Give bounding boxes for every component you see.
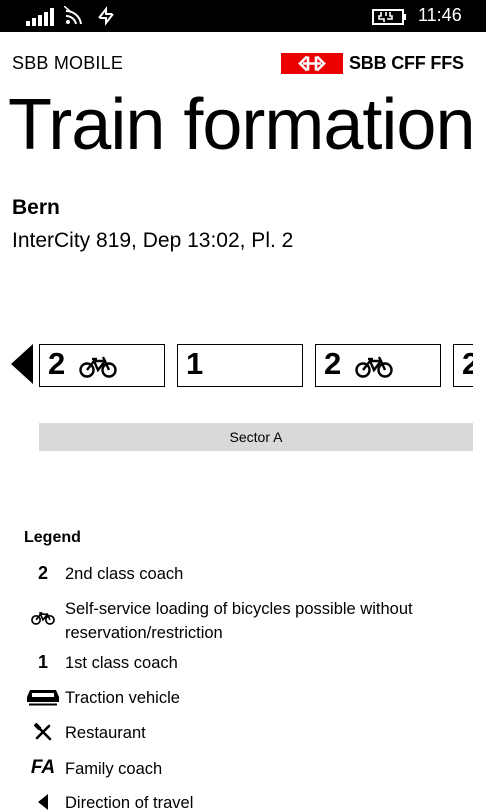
coach-class: 2: [48, 346, 66, 381]
page-title: Train formation: [8, 85, 475, 165]
coach-item[interactable]: 1: [177, 344, 303, 387]
direction-icon: [24, 791, 62, 810]
restaurant-icon: [24, 721, 62, 743]
signal-icon: [26, 8, 56, 26]
logo-text: SBB CFF FFS: [349, 52, 464, 73]
coach-class: 1: [186, 346, 204, 381]
legend-label: Family coach: [65, 760, 163, 778]
sbb-logo-flag-icon: [281, 52, 343, 74]
legend-label: Direction of travel: [65, 794, 194, 810]
coach-item[interactable]: 2: [315, 344, 441, 387]
legend-label: 2nd class coach: [65, 565, 184, 583]
direction-left-icon: [11, 344, 33, 384]
bicycle-icon: [24, 607, 62, 629]
coach-item[interactable]: 2: [453, 344, 473, 387]
coach-class: 2: [324, 346, 342, 381]
status-time: 11:46: [418, 5, 462, 25]
legend-label: Restaurant: [65, 724, 146, 742]
wifi-icon: [64, 6, 82, 25]
legend-label: 1st class coach: [65, 654, 178, 672]
bicycle-icon: [79, 356, 117, 378]
first-class-icon: 1: [37, 651, 48, 672]
locomotive-icon: [24, 686, 62, 708]
family-coach-icon: FA: [30, 757, 56, 778]
battery-charging-icon: [372, 9, 406, 25]
train-info: InterCity 819, Dep 13:02, Pl. 2: [12, 229, 294, 252]
status-bar: 11:46: [0, 0, 486, 32]
coach-item[interactable]: 2: [39, 344, 165, 387]
legend-title: Legend: [24, 529, 81, 546]
station-name: Bern: [12, 196, 60, 219]
bicycle-icon: [355, 356, 393, 378]
second-class-icon: 2: [37, 562, 48, 583]
data-sync-icon: [98, 6, 114, 26]
coach-class: 2: [462, 346, 473, 381]
sbb-logo: SBB CFF FFS: [281, 52, 464, 74]
app-name: SBB MOBILE: [12, 53, 124, 73]
legend-label: Traction vehicle: [65, 689, 180, 707]
coach-strip[interactable]: 2 1 2 2: [39, 344, 473, 388]
legend-label: Self-service loading of bicycles possibl…: [65, 600, 413, 642]
sector-bar: Sector A: [39, 423, 473, 451]
